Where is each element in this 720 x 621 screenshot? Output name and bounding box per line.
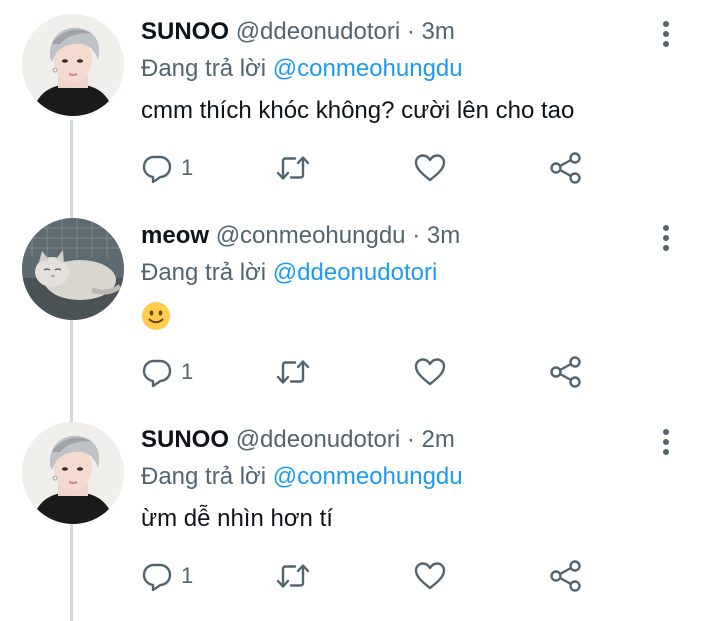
replying-to: Đang trả lời @conmeohungdu — [141, 54, 463, 84]
sunoo-avatar-image — [22, 14, 124, 116]
timestamp[interactable]: 3m — [427, 222, 460, 249]
avatar[interactable] — [22, 422, 124, 524]
replying-to-label: Đang trả lời — [141, 55, 267, 82]
mention-link[interactable]: @conmeohungdu — [273, 55, 463, 82]
tweet-thread: SUNOO @ddeonudotori · 3m Đang trả lời @c… — [0, 0, 720, 621]
reply-count: 1 — [181, 563, 194, 588]
cat-avatar-image — [22, 218, 124, 320]
reply-count: 1 — [181, 155, 194, 180]
more-options-icon[interactable] — [654, 426, 678, 458]
like-button[interactable] — [413, 352, 447, 392]
like-icon — [414, 562, 446, 590]
more-options-icon[interactable] — [654, 18, 678, 50]
mention-link[interactable]: @ddeonudotori — [273, 259, 437, 286]
user-handle[interactable]: @conmeohungdu — [216, 222, 406, 249]
tweet-header: SUNOO @ddeonudotori · 3m — [141, 17, 455, 47]
reply-button[interactable]: 1 — [141, 148, 193, 188]
display-name[interactable]: SUNOO — [141, 426, 229, 453]
retweet-icon — [276, 564, 310, 588]
reply-icon — [142, 359, 172, 388]
share-button[interactable] — [549, 352, 583, 392]
tweet-actions: 1 — [141, 148, 611, 188]
tweet[interactable]: SUNOO @ddeonudotori · 2m Đang trả lời @c… — [0, 408, 720, 612]
more-options-icon[interactable] — [654, 222, 678, 254]
share-icon — [550, 560, 581, 592]
user-handle[interactable]: @ddeonudotori — [236, 18, 400, 45]
like-icon — [414, 154, 446, 182]
tweet-actions: 1 — [141, 352, 611, 392]
share-icon — [550, 152, 581, 184]
reply-icon — [142, 155, 172, 184]
avatar[interactable] — [22, 14, 124, 116]
timestamp[interactable]: 3m — [422, 18, 455, 45]
timestamp[interactable]: 2m — [422, 426, 455, 453]
retweet-button[interactable] — [275, 148, 311, 188]
replying-to: Đang trả lời @ddeonudotori — [141, 258, 437, 288]
tweet-header: meow @conmeohungdu · 3m — [141, 221, 460, 251]
retweet-icon — [276, 360, 310, 384]
avatar[interactable] — [22, 218, 124, 320]
like-icon — [414, 358, 446, 386]
reply-button[interactable]: 1 — [141, 556, 193, 596]
retweet-button[interactable] — [275, 556, 311, 596]
share-button[interactable] — [549, 148, 583, 188]
tweet-header: SUNOO @ddeonudotori · 2m — [141, 425, 455, 455]
replying-to: Đang trả lời @conmeohungdu — [141, 462, 463, 492]
tweet-text — [141, 300, 171, 331]
like-button[interactable] — [413, 556, 447, 596]
separator-dot: · — [406, 18, 415, 45]
reply-count: 1 — [181, 359, 194, 384]
tweet-text: ừm dễ nhìn hơn tí — [141, 505, 333, 532]
mention-link[interactable]: @conmeohungdu — [273, 463, 463, 490]
like-button[interactable] — [413, 148, 447, 188]
retweet-button[interactable] — [275, 352, 311, 392]
user-handle[interactable]: @ddeonudotori — [236, 426, 400, 453]
tweet-text: cmm thích khóc không? cười lên cho tao — [141, 97, 575, 124]
reply-icon — [142, 563, 172, 592]
share-button[interactable] — [549, 556, 583, 596]
display-name[interactable]: SUNOO — [141, 18, 229, 45]
display-name[interactable]: meow — [141, 222, 209, 249]
retweet-icon — [276, 156, 310, 180]
reply-button[interactable]: 1 — [141, 352, 193, 392]
separator-dot: · — [412, 222, 421, 249]
replying-to-label: Đang trả lời — [141, 463, 267, 490]
replying-to-label: Đang trả lời — [141, 259, 267, 286]
sunoo-avatar-image — [22, 422, 124, 524]
separator-dot: · — [406, 426, 415, 453]
share-icon — [550, 356, 581, 388]
tweet[interactable]: meow @conmeohungdu · 3m Đang trả lời @dd… — [0, 204, 720, 408]
slightly-smiling-face-emoji — [141, 301, 171, 331]
tweet[interactable]: SUNOO @ddeonudotori · 3m Đang trả lời @c… — [0, 0, 720, 204]
tweet-actions: 1 — [141, 556, 611, 596]
